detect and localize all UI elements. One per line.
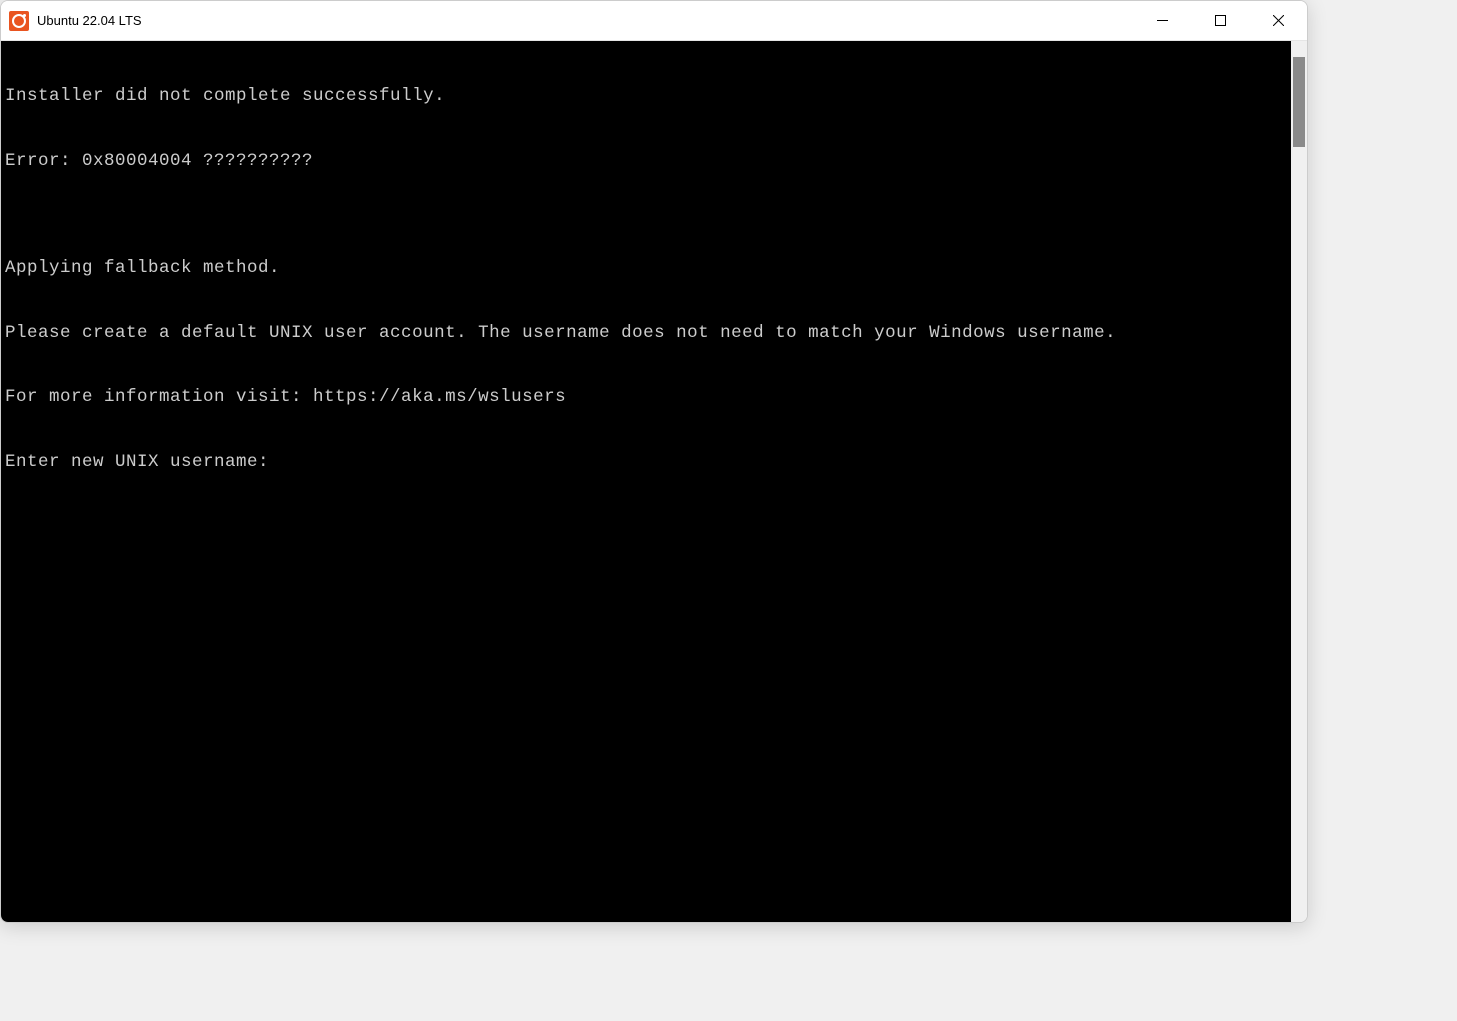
window-controls bbox=[1133, 1, 1307, 40]
close-button[interactable] bbox=[1249, 1, 1307, 40]
minimize-icon bbox=[1157, 15, 1168, 26]
ubuntu-icon bbox=[9, 11, 29, 31]
maximize-button[interactable] bbox=[1191, 1, 1249, 40]
maximize-icon bbox=[1215, 15, 1226, 26]
prompt-line: Enter new UNIX username: bbox=[5, 452, 1287, 474]
close-icon bbox=[1273, 15, 1284, 26]
window-title: Ubuntu 22.04 LTS bbox=[37, 13, 1133, 28]
scrollbar-thumb[interactable] bbox=[1293, 57, 1305, 147]
minimize-button[interactable] bbox=[1133, 1, 1191, 40]
vertical-scrollbar[interactable] bbox=[1291, 41, 1307, 922]
username-input[interactable] bbox=[280, 452, 1287, 472]
terminal-line: Applying fallback method. bbox=[5, 258, 1287, 280]
terminal-line: Please create a default UNIX user accoun… bbox=[5, 323, 1287, 345]
terminal[interactable]: Installer did not complete successfully.… bbox=[1, 41, 1291, 922]
terminal-line: Installer did not complete successfully. bbox=[5, 86, 1287, 108]
terminal-area: Installer did not complete successfully.… bbox=[1, 41, 1307, 922]
terminal-line: For more information visit: https://aka.… bbox=[5, 387, 1287, 409]
terminal-line: Error: 0x80004004 ?????????? bbox=[5, 151, 1287, 173]
titlebar[interactable]: Ubuntu 22.04 LTS bbox=[1, 1, 1307, 41]
app-window: Ubuntu 22.04 LTS Installer did no bbox=[0, 0, 1308, 923]
prompt-text: Enter new UNIX username: bbox=[5, 452, 280, 474]
